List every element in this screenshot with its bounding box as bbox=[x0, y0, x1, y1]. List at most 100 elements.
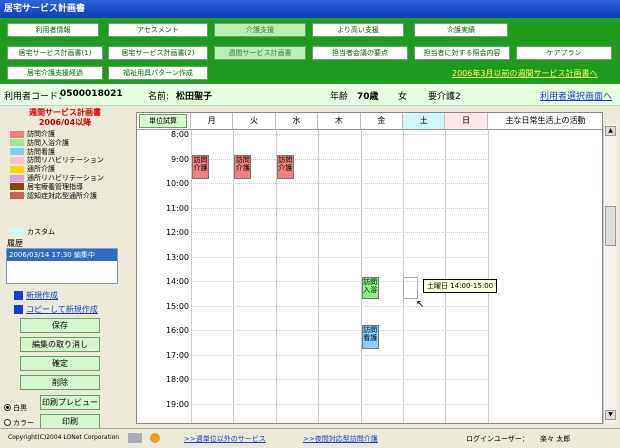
tab-assessment[interactable]: アセスメント bbox=[108, 23, 208, 37]
vertical-scrollbar[interactable]: ▲ ▼ bbox=[603, 124, 617, 424]
service-event[interactable]: 訪問看護 bbox=[361, 325, 379, 349]
tab-plan-2[interactable]: 居宅サービス計画書(2) bbox=[108, 46, 208, 60]
legend-label: 認知症対応型通所介護 bbox=[27, 191, 97, 200]
login-label: ログインユーザー： bbox=[466, 435, 529, 443]
grid-hline bbox=[191, 134, 488, 135]
time-label: 12:00 bbox=[165, 228, 189, 237]
grid-hline bbox=[191, 330, 488, 331]
tab-care-support[interactable]: 介護支援 bbox=[214, 23, 306, 37]
selected-slot[interactable] bbox=[403, 277, 418, 299]
legend-swatch bbox=[10, 165, 24, 173]
tab-weekly-plan[interactable]: 週間サービス計画書 bbox=[214, 46, 306, 60]
copy-icon bbox=[14, 305, 23, 314]
scroll-up-icon[interactable]: ▲ bbox=[605, 126, 616, 136]
time-label: 11:00 bbox=[165, 203, 189, 213]
night-visit-care-link[interactable]: >>夜間対応型訪問介護 bbox=[303, 434, 378, 444]
tab-support-progress[interactable]: 居宅介護支援経過 bbox=[7, 66, 103, 80]
panel-title-main: 週間サービス計画書 bbox=[29, 108, 101, 117]
unit-calc-button[interactable]: 単位試算 bbox=[139, 114, 187, 128]
tab-care-record[interactable]: 介護実績 bbox=[414, 23, 508, 37]
mouse-cursor-icon: ↖ bbox=[416, 299, 425, 310]
time-label: 13:00 bbox=[165, 252, 189, 262]
user-age: 70歳 bbox=[357, 92, 379, 102]
grid-corner: 単位試算 bbox=[137, 113, 191, 130]
print-preview-button[interactable]: 印刷プレビュー bbox=[40, 395, 100, 410]
legend-item: 訪問リハビリテーション bbox=[10, 156, 104, 165]
time-label: 19:00 bbox=[165, 399, 189, 409]
history-list[interactable]: 2006/03/14 17:30 編集中 bbox=[6, 248, 118, 284]
tab-plan-1[interactable]: 居宅サービス計画書(1) bbox=[7, 46, 103, 60]
user-select-link[interactable]: 利用者選択画面へ bbox=[540, 89, 612, 102]
legend-item: 訪問介護 bbox=[10, 130, 55, 139]
legend-label: 訪問入浴介護 bbox=[27, 138, 69, 147]
grid-hline bbox=[191, 207, 488, 209]
save-button[interactable]: 保存 bbox=[20, 318, 100, 333]
radio-mono[interactable] bbox=[4, 404, 11, 411]
time-label: 9:00 bbox=[171, 154, 189, 164]
name-label: 名前: bbox=[148, 92, 170, 102]
legend-item: 通所介護 bbox=[10, 165, 55, 174]
legend-item: カスタム bbox=[10, 228, 55, 237]
panel-title: 週間サービス計画書 2006/04以降 bbox=[20, 108, 110, 128]
user-icon[interactable] bbox=[150, 433, 160, 443]
time-label: 17:00 bbox=[165, 350, 189, 360]
weekly-schedule-grid: 単位試算 月火水木金土日 主な日常生活上の活動 8:00 9:00 10:00 11:… bbox=[136, 112, 603, 424]
time-label: 8:00 bbox=[171, 130, 189, 139]
legend-label: 居宅療養管理指導 bbox=[27, 182, 83, 191]
legend-swatch bbox=[10, 130, 24, 138]
tab-inquiry[interactable]: 担当者に対する照会内容 bbox=[414, 46, 510, 60]
login-user: 楽々 太郎 bbox=[540, 435, 571, 443]
tab-welfare-pattern[interactable]: 福祉用具パターン作成 bbox=[108, 66, 208, 80]
legend-label: 訪問リハビリテーション bbox=[27, 156, 104, 165]
history-item[interactable]: 2006/03/14 17:30 編集中 bbox=[7, 249, 117, 261]
day-header: 火 bbox=[233, 113, 276, 130]
time-label: 16:00 bbox=[165, 326, 189, 335]
app-window: 居宅サービス計画書 利用者情報 アセスメント 介護支援 より高い支援 介護実績 … bbox=[0, 0, 620, 448]
tab-higher-support[interactable]: より高い支援 bbox=[312, 23, 404, 37]
legend-item: 認知症対応型通所介護 bbox=[10, 192, 97, 201]
tab-area: 利用者情報 アセスメント 介護支援 より高い支援 介護実績 居宅サービス計画書(… bbox=[0, 18, 620, 84]
service-event[interactable]: 訪問介護 bbox=[276, 155, 294, 179]
legend-swatch bbox=[10, 139, 24, 147]
undo-edit-button[interactable]: 編集の取り消し bbox=[20, 337, 100, 352]
grid-hline bbox=[191, 305, 488, 307]
confirm-button[interactable]: 確定 bbox=[20, 356, 100, 371]
day-header: 日 bbox=[445, 113, 488, 130]
radio-color[interactable] bbox=[4, 419, 11, 426]
non-weekly-service-link[interactable]: >>週単位以外のサービス bbox=[184, 434, 266, 444]
legend-label: 通所介護 bbox=[27, 165, 55, 174]
radio-mono-label: 白黒 bbox=[13, 404, 27, 412]
time-label: 10:00 bbox=[165, 179, 189, 188]
tab-care-plan[interactable]: ケアプラン bbox=[516, 46, 612, 60]
delete-button[interactable]: 削除 bbox=[20, 375, 100, 390]
tab-user-info[interactable]: 利用者情報 bbox=[7, 23, 99, 37]
service-event[interactable]: 訪問入浴 bbox=[361, 277, 379, 299]
panel-title-sub: 2006/04以降 bbox=[38, 118, 92, 127]
service-event[interactable]: 訪問介護 bbox=[234, 155, 252, 179]
link-prev-weekly-plan[interactable]: 2006年3月以前の週間サービス計画書へ bbox=[452, 68, 597, 79]
day-header: 月 bbox=[191, 113, 234, 130]
grid-hline bbox=[191, 256, 488, 258]
grid-hline bbox=[191, 183, 488, 184]
radio-color-label: カラー bbox=[13, 419, 34, 427]
pen-icon[interactable] bbox=[128, 433, 142, 443]
tab-meeting-points[interactable]: 担当者会議の要点 bbox=[312, 46, 408, 60]
new-icon bbox=[14, 291, 23, 300]
status-bar: Copyright(C)2004 LONet Corporation >>週単位… bbox=[0, 428, 620, 448]
new-link[interactable]: 新規作成 bbox=[26, 290, 58, 301]
legend-item: 通所リハビリテーション bbox=[10, 174, 104, 183]
scroll-thumb[interactable] bbox=[605, 206, 616, 246]
user-code: 0500018021 bbox=[60, 89, 123, 99]
legend-label: カスタム bbox=[27, 228, 55, 236]
legend-item: 訪問入浴介護 bbox=[10, 139, 69, 148]
copy-new-link[interactable]: コピーして新規作成 bbox=[26, 304, 98, 315]
legend-swatch bbox=[10, 156, 24, 164]
scroll-down-icon[interactable]: ▼ bbox=[605, 410, 616, 420]
user-info-bar: 利用者コード： 0500018021 名前: 松田聖子 年齢 70歳 女 要介護… bbox=[0, 84, 620, 106]
legend-label: 通所リハビリテーション bbox=[27, 174, 104, 182]
service-event[interactable]: 訪問介護 bbox=[192, 155, 209, 179]
time-label: 14:00 bbox=[165, 277, 189, 286]
grid-hline bbox=[191, 403, 488, 405]
legend-swatch bbox=[10, 183, 24, 191]
print-button[interactable]: 印刷 bbox=[40, 414, 100, 429]
